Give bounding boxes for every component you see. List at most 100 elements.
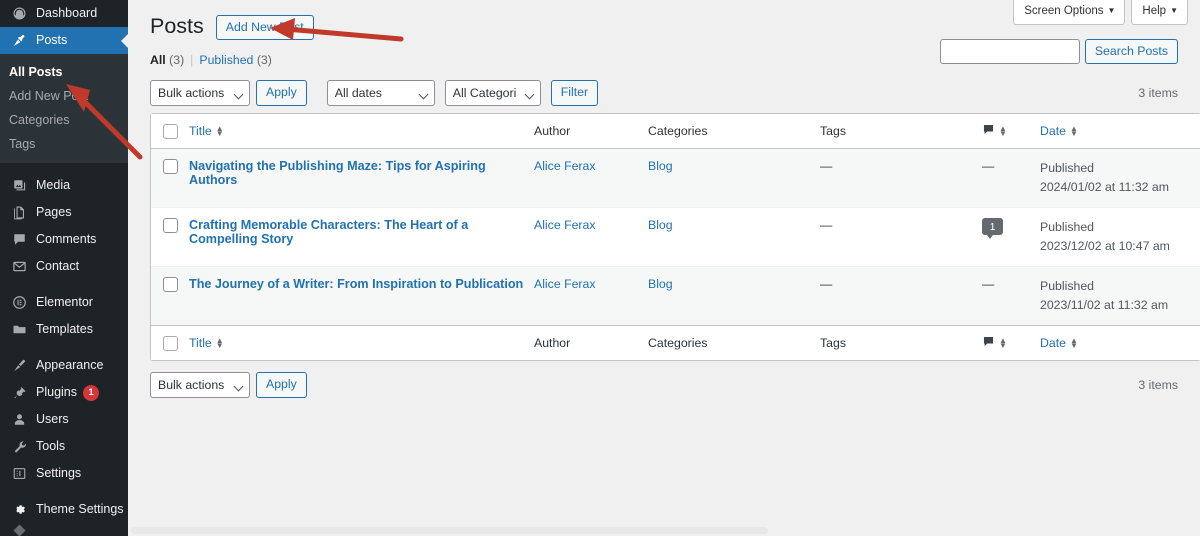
sidebar-item-label: Elementor [36, 295, 93, 310]
sidebar-item-label: Templates [36, 322, 93, 337]
sliders-icon [9, 466, 29, 481]
post-title-link[interactable]: The Journey of a Writer: From Inspiratio… [189, 277, 523, 291]
chevron-down-icon: ▼ [1170, 6, 1178, 15]
row-date-cell: Published 2023/11/02 at 11:32 am [1040, 266, 1200, 326]
sidebar-item-theme-settings[interactable]: Theme Settings [0, 496, 128, 523]
sidebar-item-templates[interactable]: Templates [0, 316, 128, 343]
items-count-top: 3 items [1138, 86, 1178, 100]
bulk-actions-select-top[interactable]: Bulk actions [150, 80, 250, 106]
row-checkbox[interactable] [163, 159, 178, 175]
scrollbar-thumb[interactable] [131, 527, 768, 534]
column-header-date: Date ▲ ▼ [1040, 114, 1200, 149]
column-footer-title: Title ▲ ▼ [189, 325, 534, 361]
select-all-checkbox-bottom[interactable] [163, 335, 178, 351]
sidebar-subitem-add-new-post[interactable]: Add New Post [0, 84, 128, 108]
sidebar-item-label: Pages [36, 205, 72, 220]
sort-title-link-bottom[interactable]: Title ▲ ▼ [189, 336, 224, 350]
sidebar-subitem-all-posts[interactable]: All Posts [0, 60, 128, 84]
post-category-link[interactable]: Blog [648, 277, 673, 291]
sort-title-link-top[interactable]: Title ▲ ▼ [189, 124, 224, 138]
sort-date-link-bottom[interactable]: Date ▲ ▼ [1040, 336, 1078, 350]
sidebar-item-dashboard[interactable]: Dashboard [0, 0, 128, 27]
sidebar-subitem-tags[interactable]: Tags [0, 132, 128, 156]
sidebar-item-label: Users [36, 412, 69, 427]
filter-link-published-wrap: Published (3) [199, 53, 271, 67]
post-author-link[interactable]: Alice Ferax [534, 218, 596, 232]
sidebar-item-comments[interactable]: Comments [0, 226, 128, 253]
sidebar-item-media[interactable]: Media [0, 172, 128, 199]
post-title-link[interactable]: Crafting Memorable Characters: The Heart… [189, 218, 468, 246]
post-title-link[interactable]: Navigating the Publishing Maze: Tips for… [189, 159, 486, 187]
sidebar-subitem-label: Add New Post [9, 89, 89, 103]
screen-meta-links: Screen Options ▼ Help ▼ [1013, 0, 1188, 25]
screen-options-button[interactable]: Screen Options ▼ [1013, 0, 1126, 25]
comment-count-bubble[interactable]: 1 [982, 218, 1003, 240]
apply-button-top[interactable]: Apply [256, 80, 307, 106]
sidebar-item-label: Plugins [36, 385, 77, 400]
date-filter-select[interactable]: All dates [326, 80, 435, 106]
posts-table-body: Navigating the Publishing Maze: Tips for… [151, 149, 1200, 326]
sidebar-item-appearance[interactable]: Appearance [0, 352, 128, 379]
filter-button[interactable]: Filter [550, 80, 599, 106]
search-posts-button[interactable]: Search Posts [1084, 39, 1178, 64]
sidebar-divider [0, 487, 128, 496]
row-checkbox[interactable] [163, 277, 178, 293]
apply-button-bottom[interactable]: Apply [256, 372, 307, 399]
tablenav-bottom: Bulk actions Apply 3 items [150, 370, 1178, 400]
post-category-link[interactable]: Blog [648, 218, 673, 232]
sort-indicator-icon: ▲ ▼ [1069, 336, 1078, 351]
post-status: Published [1040, 220, 1095, 235]
sort-comments-link-top[interactable]: ▲ ▼ [982, 123, 1007, 139]
sidebar-subitem-categories[interactable]: Categories [0, 108, 128, 132]
page-title: Posts [150, 14, 204, 39]
date-filter-select-wrap: All dates [326, 80, 435, 106]
sidebar-item-tools[interactable]: Tools [0, 433, 128, 460]
filter-link-published[interactable]: Published [199, 53, 253, 67]
wrench-icon [9, 439, 29, 454]
column-footer-author: Author [534, 325, 648, 361]
horizontal-scrollbar[interactable] [128, 525, 1200, 536]
sidebar-item-pages[interactable]: Pages [0, 199, 128, 226]
sidebar-item-partial-cutoff[interactable] [0, 523, 128, 536]
comments-icon [9, 232, 29, 247]
sidebar-item-posts[interactable]: Posts [0, 27, 128, 54]
post-category-link[interactable]: Blog [648, 159, 673, 173]
media-icon [9, 178, 29, 193]
pin-icon [9, 33, 29, 48]
row-categories-cell: Blog [648, 266, 820, 326]
bulk-actions-select-bottom[interactable]: Bulk actions [150, 372, 250, 399]
select-all-footer [151, 325, 189, 361]
items-count-bottom: 3 items [1138, 378, 1178, 393]
folder-icon [9, 322, 29, 337]
sidebar-item-label: Comments [36, 232, 97, 247]
help-button[interactable]: Help ▼ [1131, 0, 1188, 25]
bulk-actions-select-wrap: Bulk actions [150, 80, 250, 106]
sidebar-item-label: Media [36, 178, 71, 193]
filter-link-all-wrap: All (3) [150, 53, 184, 67]
post-author-link[interactable]: Alice Ferax [534, 277, 596, 291]
column-footer-categories: Categories [648, 325, 820, 361]
search-input[interactable] [939, 39, 1080, 64]
envelope-icon [9, 259, 29, 274]
select-all-checkbox-top[interactable] [163, 123, 178, 139]
column-footer-comments: ▲ ▼ [982, 325, 1040, 361]
filter-link-all[interactable]: All [150, 53, 166, 67]
sidebar-item-label: Posts [36, 33, 68, 48]
sidebar-item-elementor[interactable]: Elementor [0, 289, 128, 316]
screen-options-label: Screen Options [1024, 5, 1104, 17]
add-new-post-button[interactable]: Add New Post [215, 14, 314, 40]
post-author-link[interactable]: Alice Ferax [534, 159, 596, 173]
column-footer-tags: Tags [820, 325, 982, 361]
sidebar-item-contact[interactable]: Contact [0, 253, 128, 280]
user-icon [9, 412, 29, 427]
column-label-title: Title [189, 124, 212, 138]
sidebar-item-users[interactable]: Users [0, 406, 128, 433]
sort-indicator-icon: ▲ ▼ [999, 336, 1007, 351]
sidebar-item-plugins[interactable]: Plugins 1 [0, 379, 128, 406]
sidebar-item-settings[interactable]: Settings [0, 460, 128, 487]
category-filter-select[interactable]: All Categories [444, 80, 541, 106]
sort-comments-link-bottom[interactable]: ▲ ▼ [982, 335, 1007, 351]
sort-date-link-top[interactable]: Date ▲ ▼ [1040, 124, 1078, 138]
filter-count-published: (3) [256, 53, 272, 67]
row-checkbox[interactable] [163, 218, 178, 234]
